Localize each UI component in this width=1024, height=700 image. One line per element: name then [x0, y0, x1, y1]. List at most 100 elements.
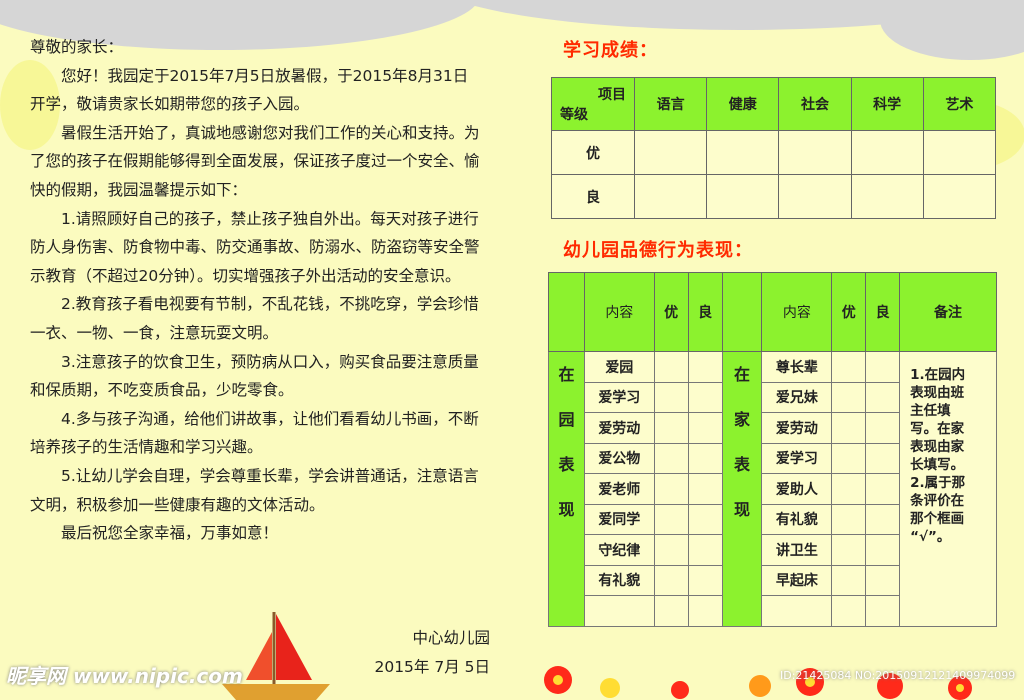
behavior-item: 尊长辈 [761, 351, 833, 383]
rating-cell[interactable] [653, 564, 689, 596]
letter-paragraph: 1.请照顾好自己的孩子，禁止孩子独自外出。每天对孩子进行防人身伤害、防食物中毒、… [30, 209, 480, 285]
letter-body: 尊敬的家长： 您好！我园定于2015年7月5日放暑假，于2015年8月31日开学… [30, 33, 480, 548]
home-side-char: 表 [733, 455, 750, 474]
behavior-item: 爱劳动 [761, 412, 833, 444]
school-side-char: 园 [558, 410, 575, 429]
rating-cell[interactable] [687, 595, 723, 627]
rating-cell[interactable] [687, 503, 723, 535]
rating-cell[interactable] [865, 473, 901, 505]
behavior-table: 内容 优 良 内容 优 良 备注 在园表现爱园在家表现尊长辈 1.在园内 表现由班主… [548, 272, 997, 627]
behavior-item [583, 595, 655, 627]
rating-cell[interactable] [687, 351, 723, 383]
letter-greeting: 尊敬的家长： [30, 38, 124, 56]
content-header: 内容 [583, 272, 655, 352]
behavior-item [761, 595, 833, 627]
behavior-item: 早起床 [761, 564, 833, 596]
grade-cell[interactable] [778, 174, 852, 219]
home-side-label: 在家表现 [721, 351, 763, 627]
subject-header: 健康 [706, 77, 780, 131]
school-side-char: 在 [558, 365, 575, 384]
rating-cell[interactable] [865, 351, 901, 383]
behavior-item: 爱同学 [583, 503, 655, 535]
subject-header: 艺术 [922, 77, 997, 131]
rating-cell[interactable] [865, 412, 901, 444]
rating-cell[interactable] [653, 442, 689, 474]
rating-cell[interactable] [865, 503, 901, 535]
grade-cell[interactable] [850, 130, 924, 175]
letter-paragraph: 您好！我园定于2015年7月5日放暑假，于2015年8月31日开学，敬请贵家长如… [30, 66, 469, 114]
rating-cell[interactable] [865, 595, 901, 627]
rating-cell[interactable] [653, 503, 689, 535]
behavior-item: 守纪律 [583, 534, 655, 566]
behavior-item: 有礼貌 [583, 564, 655, 596]
rating-cell[interactable] [687, 564, 723, 596]
rating-cell[interactable] [865, 564, 901, 596]
rating-cell[interactable] [865, 381, 901, 413]
rating-cell[interactable] [831, 473, 867, 505]
rating-cell[interactable] [831, 412, 867, 444]
home-side-char: 家 [733, 410, 750, 429]
excellent-header: 优 [653, 272, 689, 352]
behavior-item: 爱园 [583, 351, 655, 383]
table-row: 良 [551, 174, 997, 219]
table-row: 在园表现爱园在家表现尊长辈 1.在园内 表现由班 主任填 写。在家 表现由家 长填写。 2.属… [548, 351, 997, 627]
rating-cell[interactable] [687, 442, 723, 474]
rating-cell[interactable] [653, 595, 689, 627]
school-side-label: 在园表现 [548, 351, 585, 627]
rating-cell[interactable] [653, 412, 689, 444]
note-line: 写。在家 [910, 421, 965, 437]
behavior-item: 爱兄妹 [761, 381, 833, 413]
rating-cell[interactable] [831, 595, 867, 627]
blank-header [721, 272, 763, 352]
corner-top-label: 项目 [598, 87, 626, 103]
rating-cell[interactable] [687, 412, 723, 444]
rating-cell[interactable] [865, 534, 901, 566]
letter-date: 2015年 7月 5日 [374, 658, 490, 676]
grade-cell[interactable] [778, 130, 852, 175]
rating-cell[interactable] [831, 381, 867, 413]
content-header: 内容 [761, 272, 833, 352]
note-line: 条评价在 [910, 493, 965, 509]
grades-table: 项目 等级 语言 健康 社会 科学 艺术 优 良 [551, 77, 997, 219]
note-line: 2.属于那 [910, 475, 966, 491]
rating-cell[interactable] [653, 351, 689, 383]
rating-cell[interactable] [687, 534, 723, 566]
rating-cell[interactable] [865, 442, 901, 474]
behavior-item: 爱学习 [583, 381, 655, 413]
corner-bottom-label: 等级 [560, 107, 588, 123]
grade-cell[interactable] [633, 130, 708, 175]
rating-cell[interactable] [653, 473, 689, 505]
letter-paragraph: 4.多与孩子沟通，给他们讲故事，让他们看看幼儿书画，不断培养孩子的生活情趣和学习… [30, 409, 479, 457]
school-side-char: 表 [558, 455, 575, 474]
school-side-char: 现 [558, 500, 575, 519]
behavior-item: 有礼貌 [761, 503, 833, 535]
table-row: 优 [551, 130, 997, 175]
rating-cell[interactable] [831, 564, 867, 596]
rating-cell[interactable] [831, 442, 867, 474]
note-line: 长填写。 [910, 457, 965, 473]
grade-cell[interactable] [922, 130, 997, 175]
grade-cell[interactable] [706, 174, 780, 219]
grade-cell[interactable] [633, 174, 708, 219]
note-line: 那个框画 [910, 511, 965, 527]
grade-cell[interactable] [922, 174, 997, 219]
rating-cell[interactable] [687, 381, 723, 413]
watermark-id: ID:21425084 NO:20150912121409974099 [780, 669, 1016, 682]
letter-paragraph: 2.教育孩子看电视要有节制，不乱花钱，不挑吃穿，学会珍惜一衣、一物、一食，注意玩… [30, 295, 479, 342]
rating-cell[interactable] [831, 503, 867, 535]
grades-heading: 学习成绩： [563, 40, 658, 61]
rating-cell[interactable] [653, 381, 689, 413]
note-line: “√”。 [910, 529, 951, 545]
rating-cell[interactable] [831, 534, 867, 566]
grade-cell[interactable] [850, 174, 924, 219]
level-label: 良 [551, 174, 635, 219]
rating-cell[interactable] [653, 534, 689, 566]
behavior-item: 爱助人 [761, 473, 833, 505]
rating-cell[interactable] [687, 473, 723, 505]
grade-cell[interactable] [706, 130, 780, 175]
letter-paragraph: 5.让幼儿学会自理，学会尊重长辈，学会讲普通话，注意语言文明，积极参加一些健康有… [30, 466, 479, 514]
letter-paragraph: 3.注意孩子的饮食卫生，预防病从口入，购买食品要注意质量和保质期，不吃变质食品，… [30, 352, 479, 400]
behavior-item: 爱学习 [761, 442, 833, 474]
behavior-heading: 幼儿园品德行为表现： [563, 240, 753, 261]
rating-cell[interactable] [831, 351, 867, 383]
